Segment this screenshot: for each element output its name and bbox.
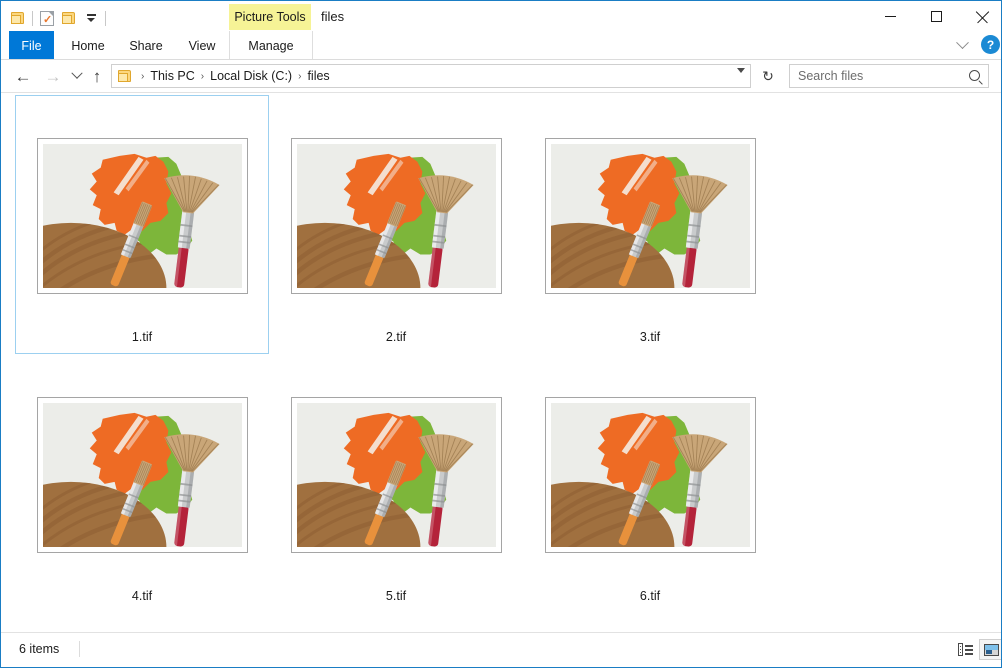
thumbnail-image: [42, 403, 242, 547]
breadcrumb-separator-0: ›: [141, 70, 145, 82]
status-bar: 6 items: [1, 632, 1001, 667]
icon-grid: 1.tif 2.tif 3.tif 4.tif 5.tif 6.tif: [15, 95, 1001, 613]
list-item[interactable]: 1.tif: [15, 95, 269, 354]
properties-icon[interactable]: ✓: [36, 7, 58, 29]
chevron-down-icon: [955, 35, 969, 49]
list-item[interactable]: 5.tif: [269, 354, 523, 613]
qat-divider-2: [105, 10, 106, 26]
large-icons-view-icon: [983, 643, 999, 656]
list-item-label: 2.tif: [385, 330, 407, 344]
status-divider: [79, 641, 80, 657]
up-button[interactable]: ↑: [85, 64, 109, 88]
list-item[interactable]: 6.tif: [523, 354, 777, 613]
ribbon-tab-strip: File Home Share View Manage: [1, 31, 1001, 60]
search-icon: [969, 70, 980, 81]
list-item[interactable]: 4.tif: [15, 354, 269, 613]
customize-caret-icon[interactable]: [80, 7, 102, 29]
picture-tools-label: Picture Tools: [229, 4, 311, 30]
back-button[interactable]: ←: [11, 64, 35, 88]
status-item-count: 6 items: [19, 642, 60, 656]
file-explorer-window: ✓ Picture Tools files File Home Share Vi…: [0, 0, 1002, 668]
details-view-button[interactable]: [953, 639, 977, 660]
thumbnail-frame: [36, 397, 248, 553]
breadcrumb-item-files[interactable]: files: [307, 69, 329, 83]
thumbnail-frame: [36, 138, 248, 294]
tab-view[interactable]: View: [177, 31, 227, 60]
maximize-icon: [930, 10, 942, 22]
thumbnail-image: [296, 144, 496, 288]
breadcrumb-item-local-disk[interactable]: Local Disk (C:): [210, 69, 292, 83]
breadcrumb-separator-2: ›: [298, 70, 302, 82]
tab-home[interactable]: Home: [61, 31, 115, 60]
details-view-icon: [957, 643, 973, 656]
thumbnail-frame: [290, 138, 502, 294]
tab-file[interactable]: File: [9, 31, 54, 60]
thumbnail-image: [550, 144, 750, 288]
close-button[interactable]: [959, 1, 1001, 31]
qat-divider: [32, 10, 33, 26]
list-item[interactable]: 3.tif: [523, 95, 777, 354]
refresh-button[interactable]: ↻: [757, 64, 779, 88]
chevron-down-icon: [71, 67, 83, 79]
thumbnail-image: [42, 144, 242, 288]
list-item-label: 5.tif: [385, 589, 407, 603]
help-button[interactable]: ?: [981, 35, 1000, 54]
address-dropdown-icon[interactable]: [737, 68, 745, 73]
list-item-label: 4.tif: [131, 589, 153, 603]
close-icon: [976, 10, 989, 23]
new-folder-icon[interactable]: [58, 7, 80, 29]
maximize-button[interactable]: [913, 1, 959, 31]
address-bar: ← → ↑ › This PC › Local Disk (C:) › file…: [1, 60, 1001, 92]
file-list-view[interactable]: 1.tif 2.tif 3.tif 4.tif 5.tif 6.tif: [1, 93, 1001, 633]
quick-access-toolbar: ✓: [7, 6, 109, 30]
thumbnail-image: [296, 403, 496, 547]
search-input[interactable]: [796, 68, 960, 84]
minimize-button[interactable]: [867, 1, 913, 31]
list-item[interactable]: 2.tif: [269, 95, 523, 354]
list-item-label: 1.tif: [131, 330, 153, 344]
breadcrumb-separator-1: ›: [200, 70, 205, 82]
breadcrumb[interactable]: › This PC › Local Disk (C:) › files: [111, 64, 751, 88]
window-title: files: [321, 9, 345, 24]
large-icons-view-button[interactable]: [979, 639, 1001, 660]
breadcrumb-item-this-pc[interactable]: This PC: [150, 69, 194, 83]
list-item-label: 3.tif: [639, 330, 661, 344]
list-item-label: 6.tif: [639, 589, 661, 603]
thumbnail-image: [550, 403, 750, 547]
folder-icon[interactable]: [7, 7, 29, 29]
thumbnail-frame: [544, 397, 756, 553]
search-box[interactable]: [789, 64, 989, 88]
folder-icon: [118, 69, 133, 83]
forward-button[interactable]: →: [41, 64, 65, 88]
thumbnail-frame: [290, 397, 502, 553]
tab-manage[interactable]: Manage: [229, 31, 313, 60]
thumbnail-frame: [544, 138, 756, 294]
tab-share[interactable]: Share: [119, 31, 173, 60]
minimize-icon: [884, 15, 896, 17]
ribbon-collapse-button[interactable]: [951, 34, 973, 56]
